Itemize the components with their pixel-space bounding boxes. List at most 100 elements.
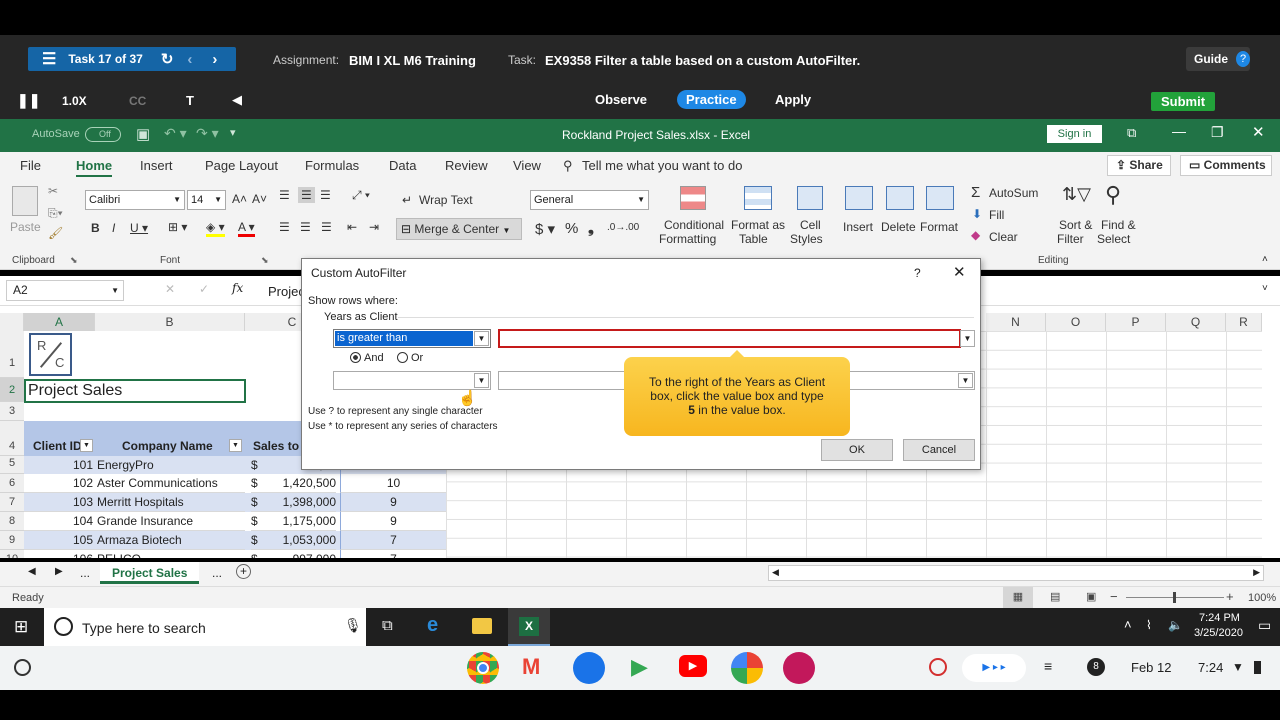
prev-task-icon[interactable]: ‹ <box>187 51 192 68</box>
clear-button[interactable]: Clear <box>989 230 1018 244</box>
table-row[interactable]: 104 Grande Insurance $1,175,000 9 <box>24 512 446 531</box>
speed-button[interactable]: 1.0X <box>62 94 87 108</box>
column-header-n[interactable]: N <box>986 313 1046 331</box>
sort-filter-button[interactable]: Sort & <box>1059 218 1092 232</box>
gmail-app-icon[interactable]: M <box>522 654 540 680</box>
value-input-1[interactable] <box>498 329 961 348</box>
delete-cells-button[interactable]: Delete <box>881 220 916 234</box>
years-cell[interactable]: 9 <box>340 493 446 512</box>
company-name-cell[interactable]: Armaza Biotech <box>95 531 245 550</box>
font-color-icon[interactable]: A ▾ <box>238 220 255 237</box>
format-cells-button[interactable]: Format <box>920 220 958 234</box>
operator-dropdown-icon-1[interactable]: ▼ <box>474 331 489 346</box>
chromeos-date[interactable]: Feb 12 <box>1131 660 1171 675</box>
shrink-font-icon[interactable]: A˅ <box>252 192 267 206</box>
paste-icon[interactable] <box>12 186 38 216</box>
tab-insert[interactable]: Insert <box>140 158 173 173</box>
client-id-cell[interactable]: 104 <box>24 512 95 531</box>
column-header-o[interactable]: O <box>1046 313 1106 331</box>
align-middle-icon[interactable]: ☰ <box>298 187 315 203</box>
row-header-5[interactable]: 5 <box>0 456 24 474</box>
company-name-cell[interactable]: Grande Insurance <box>95 512 245 531</box>
zoom-level[interactable]: 100% <box>1248 592 1276 604</box>
column-header-q[interactable]: Q <box>1166 313 1226 331</box>
client-id-cell[interactable]: 106 <box>24 550 95 558</box>
row-header-7[interactable]: 7 <box>0 493 24 512</box>
apply-button[interactable]: Apply <box>775 92 811 107</box>
horizontal-scrollbar[interactable]: ◀ ▶ <box>768 565 1264 581</box>
excel-taskbar-icon[interactable]: X <box>508 608 550 646</box>
page-layout-view-icon[interactable]: ▤ <box>1050 590 1060 603</box>
microphone-icon[interactable]: 🎙 <box>344 617 362 634</box>
chromeos-time[interactable]: 7:24 <box>1198 660 1223 675</box>
network-icon[interactable]: ⌇ <box>1146 618 1152 632</box>
find-select-button[interactable]: Find & <box>1101 218 1136 232</box>
years-cell[interactable]: 7 <box>340 531 446 550</box>
guide-button[interactable]: Guide ? <box>1186 47 1250 71</box>
format-painter-icon[interactable]: 🖌 <box>48 226 63 240</box>
file-explorer-icon[interactable] <box>472 618 492 634</box>
row-header-1[interactable]: 1 <box>0 331 24 378</box>
scroll-right-icon[interactable]: ▶ <box>1253 567 1260 578</box>
borders-icon[interactable]: ⊞ ▾ <box>168 220 187 234</box>
media-controls[interactable]: ▶ ▸ ▸ <box>962 654 1026 682</box>
minimize-icon[interactable]: — <box>1172 123 1186 139</box>
practice-button[interactable]: Practice <box>677 90 746 109</box>
company-name-cell[interactable]: Aster Communications <box>95 474 245 493</box>
insert-function-icon[interactable]: fx <box>232 281 243 295</box>
cancel-button[interactable]: Cancel <box>903 439 975 461</box>
restore-icon[interactable]: ❐ <box>1211 124 1224 141</box>
table-row[interactable]: 102 Aster Communications $1,420,500 10 <box>24 474 446 493</box>
row-header-8[interactable]: 8 <box>0 512 24 531</box>
tab-review[interactable]: Review <box>445 158 488 173</box>
italic-icon[interactable]: I <box>112 221 115 235</box>
or-radio[interactable] <box>397 352 408 363</box>
volume-icon[interactable]: ◀ <box>232 92 242 108</box>
operator-dropdown-icon-2[interactable]: ▼ <box>474 373 489 388</box>
align-bottom-icon[interactable]: ☰ <box>320 188 331 202</box>
new-sheet-icon[interactable]: + <box>236 564 251 579</box>
wrap-text-button[interactable]: Wrap Text <box>419 193 473 207</box>
increase-indent-icon[interactable]: ⇥ <box>369 220 379 234</box>
scroll-left-icon[interactable]: ◀ <box>772 567 779 578</box>
tote-icon[interactable]: ≡ <box>1044 658 1052 674</box>
zoom-in-icon[interactable]: + <box>1226 589 1234 604</box>
client-id-cell[interactable]: 103 <box>24 493 95 512</box>
sales-cell[interactable]: 1,398,000 <box>261 493 336 512</box>
tab-data[interactable]: Data <box>389 158 416 173</box>
restart-icon[interactable]: ↻ <box>161 50 174 68</box>
sign-in-button[interactable]: Sign in <box>1047 125 1102 143</box>
sales-cell[interactable]: 997,000 <box>261 550 336 558</box>
comma-icon[interactable]: ❟ <box>588 220 594 237</box>
align-left-icon[interactable]: ☰ <box>279 220 290 234</box>
column-header-b[interactable]: B <box>95 313 245 331</box>
row-header-9[interactable]: 9 <box>0 531 24 550</box>
more-sheets-right[interactable]: ... <box>212 566 222 580</box>
select-all-corner[interactable] <box>0 313 24 331</box>
zoom-out-icon[interactable]: − <box>1110 589 1118 604</box>
row-header-4[interactable]: 4 <box>0 421 24 456</box>
sheet-title-cell[interactable]: Project Sales <box>24 379 246 403</box>
undo-icon[interactable]: ↶ ▾ <box>164 125 187 142</box>
photos-app-icon[interactable] <box>731 652 763 684</box>
customize-icon[interactable]: ▾ <box>230 126 236 139</box>
operator-select-1[interactable]: is greater than ▼ <box>333 329 491 348</box>
tab-file[interactable]: File <box>20 158 41 173</box>
row-header-6[interactable]: 6 <box>0 474 24 493</box>
formula-input[interactable]: Projec <box>268 284 305 299</box>
text-button[interactable]: T <box>186 93 194 108</box>
and-radio[interactable] <box>350 352 361 363</box>
pause-icon[interactable]: ❚❚ <box>17 92 40 109</box>
font-size-select[interactable]: 14 ▼ <box>187 190 226 210</box>
align-right-icon[interactable]: ☰ <box>321 220 332 234</box>
font-name-select[interactable]: Calibri ▼ <box>85 190 185 210</box>
center-icon[interactable]: ☰ <box>300 220 311 234</box>
zoom-slider-thumb[interactable] <box>1173 592 1176 603</box>
close-icon[interactable]: ✕ <box>1252 123 1265 141</box>
operator-select-2[interactable]: ▼ <box>333 371 491 390</box>
task-view-icon[interactable]: ⧉ <box>382 617 393 634</box>
ribbon-display-icon[interactable]: ⧉ <box>1127 125 1136 141</box>
row-header-3[interactable]: 3 <box>0 402 24 421</box>
currency-icon[interactable]: $ ▾ <box>535 220 555 238</box>
clock-time[interactable]: 7:24 PM <box>1199 612 1240 624</box>
